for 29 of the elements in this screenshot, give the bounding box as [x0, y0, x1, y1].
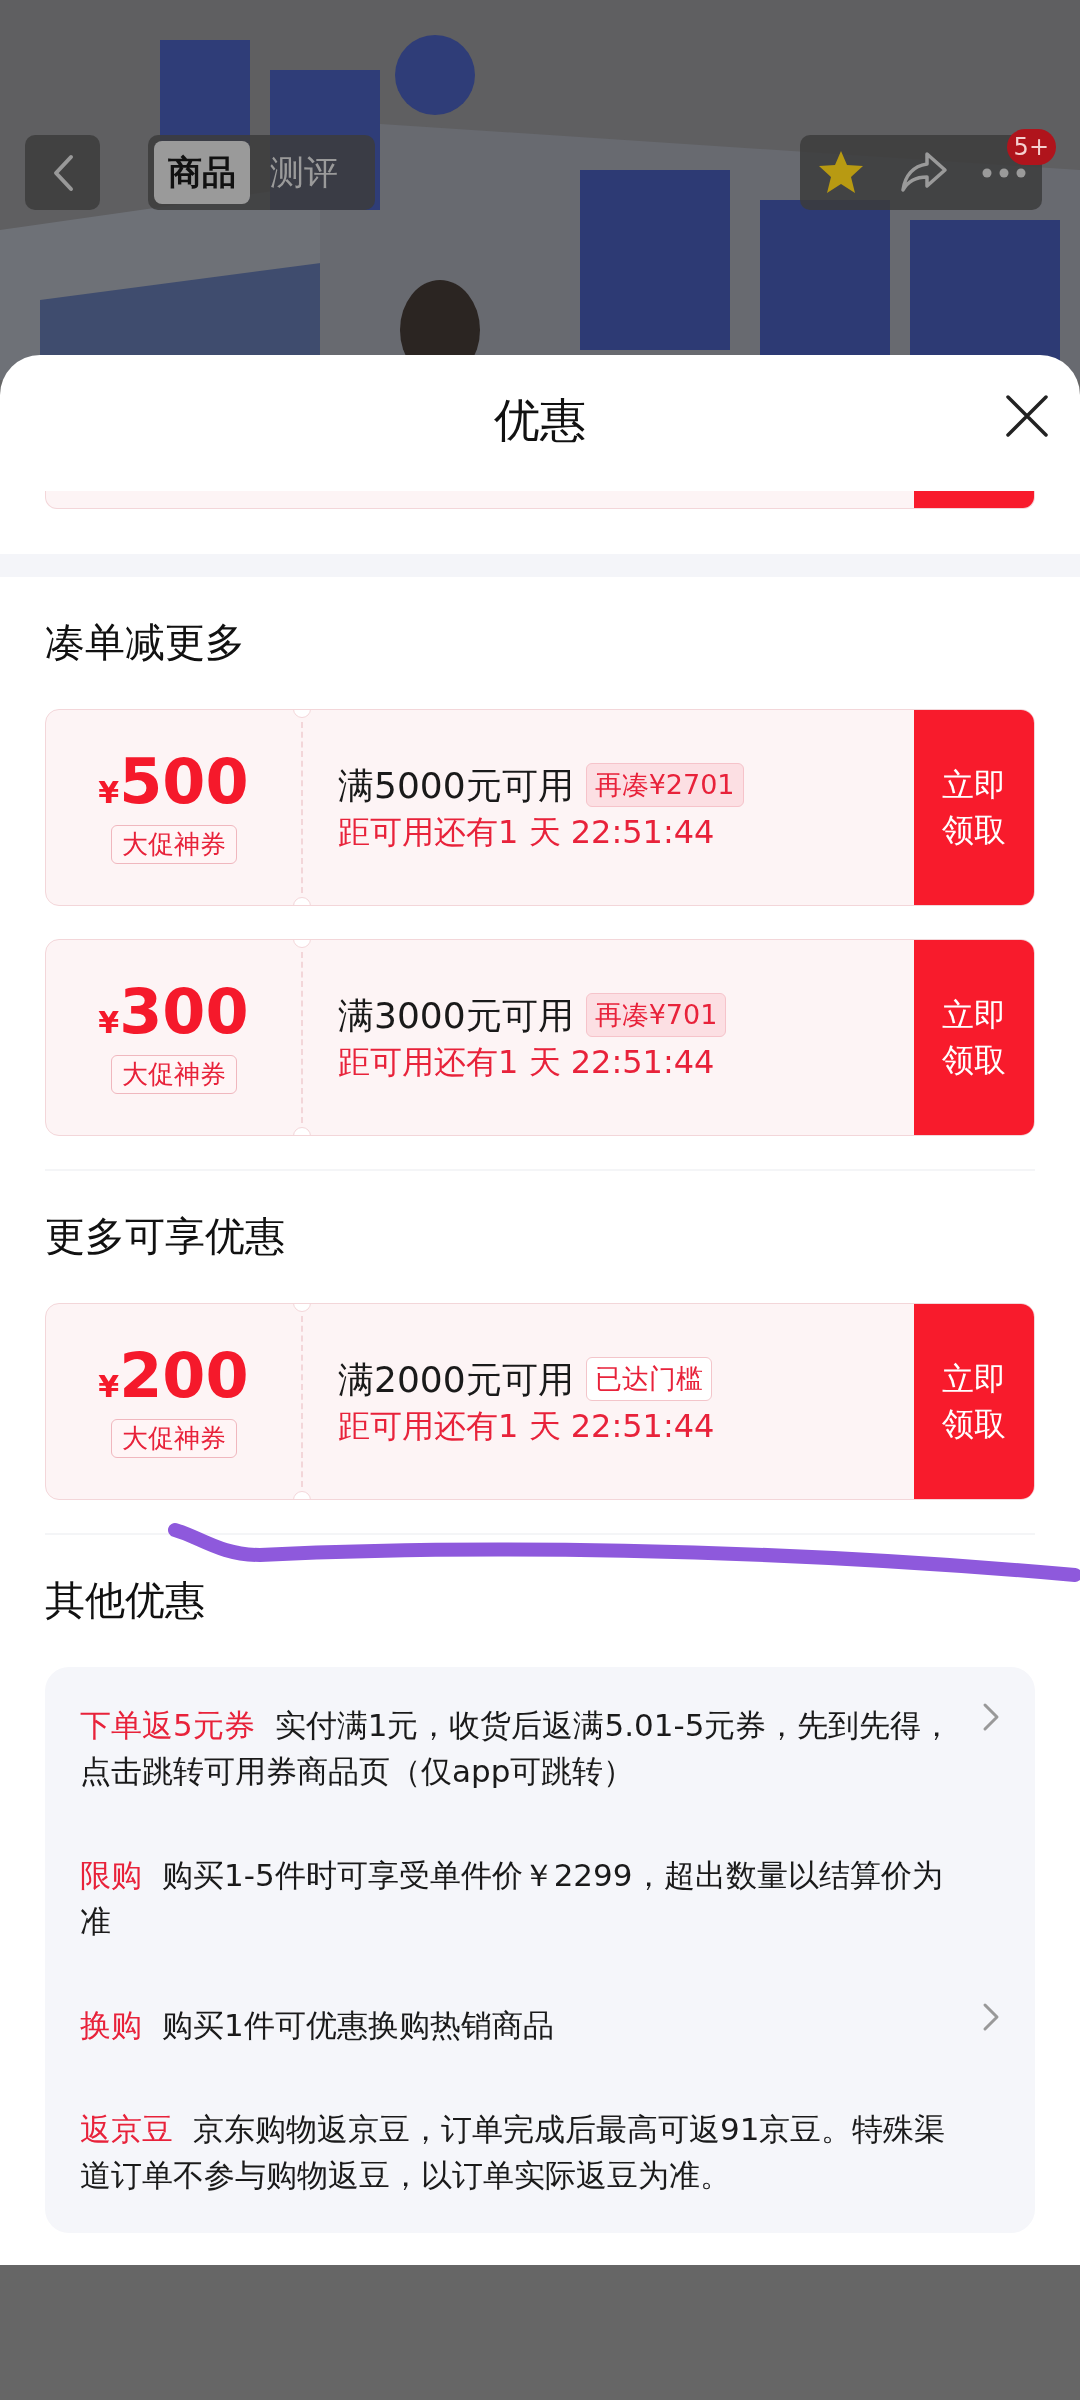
status-tag: 已达门槛: [585, 1357, 712, 1402]
tab[interactable]: 测评: [256, 141, 352, 204]
coupon-condition: 满5000元可用: [338, 763, 574, 807]
coupon-amount: ¥200: [98, 1344, 249, 1407]
benefit-text: 返京豆 京东购物返京豆，订单完成后最高可返91京豆。特殊渠道订单不参与购物返豆，以订单实际返豆为准。: [80, 2110, 947, 2195]
countdown-text: 距可用还有1 天 22:51:44: [338, 1043, 716, 1082]
claim-button[interactable]: 立即领取: [914, 710, 1034, 905]
section-heading: 其他优惠: [45, 1576, 205, 1625]
coupon-type-tag: 大促神券: [110, 824, 237, 865]
countdown-text: 距可用还有1 天 22:51:44: [338, 813, 716, 852]
notification-badge: 5+: [1006, 129, 1056, 165]
benefit-text: 下单返5元券 实付满1元，收货后返满5.01-5元券，先到先得，点击跳转可用券商品页（仅app可跳转）: [80, 1706, 954, 1791]
sheet-title: 优惠: [494, 397, 586, 443]
claim-button[interactable]: 立即领取: [914, 940, 1034, 1135]
tab[interactable]: 商品: [154, 141, 250, 204]
benefit-text: 换购 购买1件可优惠换购热销商品: [80, 2006, 555, 2045]
status-tag: 再凑¥701: [585, 993, 727, 1038]
coupon-amount: ¥300: [98, 980, 249, 1043]
coupon-type-tag: 大促神券: [110, 1054, 237, 1095]
claim-button[interactable]: 立即领取: [914, 1304, 1034, 1499]
coupon-condition: 满3000元可用: [338, 993, 574, 1037]
coupon-amount: ¥500: [98, 750, 249, 813]
status-tag: 再凑¥2701: [585, 763, 744, 808]
section-heading: 凑单减更多: [45, 618, 245, 667]
coupon-condition: 满2000元可用: [338, 1357, 574, 1401]
benefit-text: 限购 购买1-5件时可享受单件价￥2299，超出数量以结算价为准: [80, 1856, 944, 1941]
countdown-text: 距可用还有1 天 22:51:44: [338, 1407, 716, 1446]
section-heading: 更多可享优惠: [45, 1212, 285, 1261]
coupon-type-tag: 大促神券: [110, 1418, 237, 1459]
